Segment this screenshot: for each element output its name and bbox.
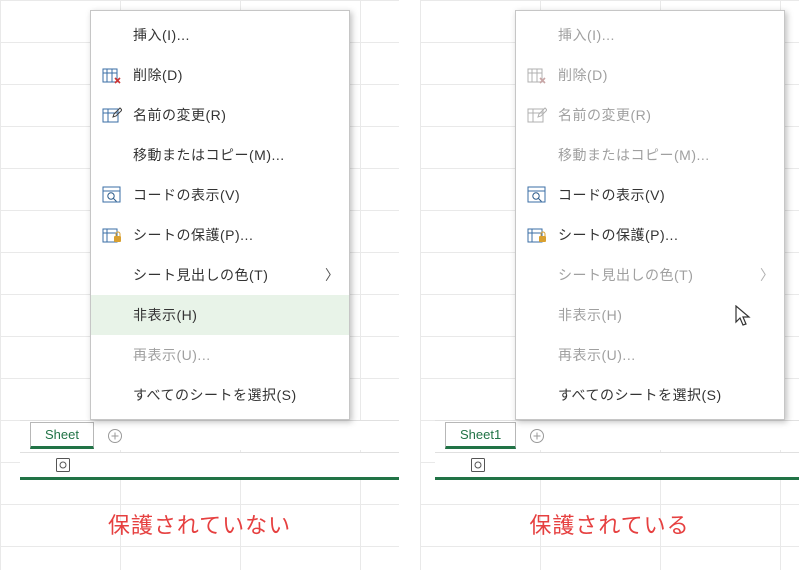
protect-sheet-icon xyxy=(526,224,548,246)
sheet-tab-strip: Sheet1 xyxy=(435,420,799,450)
menu-item-3: 移動またはコピー(M)... xyxy=(516,135,784,175)
sheet-delete-icon xyxy=(526,64,548,86)
sheet-rename-icon xyxy=(101,104,123,126)
sheet-rename-icon xyxy=(526,104,548,126)
record-macro-icon[interactable] xyxy=(471,458,489,472)
panel-unprotected: 挿入(I)... 削除(D) 名前の変更(R) 移動またはコピー(M)... コードの表… xyxy=(0,0,399,570)
blank-icon xyxy=(101,384,123,406)
menu-item-8: 再表示(U)... xyxy=(91,335,349,375)
blank-icon xyxy=(101,344,123,366)
menu-item-label: 名前の変更(R) xyxy=(558,105,770,125)
menu-item-1: 削除(D) xyxy=(516,55,784,95)
menu-item-label: 再表示(U)... xyxy=(133,345,335,365)
menu-item-3[interactable]: 移動またはコピー(M)... xyxy=(91,135,349,175)
blank-icon xyxy=(526,144,548,166)
menu-item-label: 削除(D) xyxy=(558,65,770,85)
sheet-context-menu: 挿入(I)... 削除(D) 名前の変更(R) 移動またはコピー(M)... コードの表… xyxy=(515,10,785,420)
protect-sheet-icon xyxy=(101,224,123,246)
menu-item-2[interactable]: 名前の変更(R) xyxy=(91,95,349,135)
menu-item-label: コードの表示(V) xyxy=(558,185,770,205)
new-sheet-button[interactable] xyxy=(524,423,550,449)
menu-item-label: 非表示(H) xyxy=(133,305,335,325)
menu-item-label: 挿入(I)... xyxy=(133,25,335,45)
menu-item-9[interactable]: すべてのシートを選択(S) xyxy=(91,375,349,415)
chevron-right-icon: 〉 xyxy=(760,265,770,285)
menu-item-6[interactable]: シート見出しの色(T)〉 xyxy=(91,255,349,295)
view-code-icon xyxy=(101,184,123,206)
menu-item-8: 再表示(U)... xyxy=(516,335,784,375)
menu-item-label: 挿入(I)... xyxy=(558,25,770,45)
sheet-tab-strip: Sheet xyxy=(20,420,399,450)
menu-item-7[interactable]: 非表示(H) xyxy=(91,295,349,335)
blank-icon xyxy=(101,264,123,286)
blank-icon xyxy=(526,24,548,46)
panel-protected: 挿入(I)... 削除(D) 名前の変更(R) 移動またはコピー(M)... コードの表… xyxy=(420,0,799,570)
menu-item-label: 再表示(U)... xyxy=(558,345,770,365)
panel-caption: 保護されている xyxy=(420,508,799,540)
menu-item-0[interactable]: 挿入(I)... xyxy=(91,15,349,55)
menu-item-4[interactable]: コードの表示(V) xyxy=(516,175,784,215)
menu-item-label: 名前の変更(R) xyxy=(133,105,335,125)
sheet-delete-icon xyxy=(101,64,123,86)
menu-item-5[interactable]: シートの保護(P)... xyxy=(516,215,784,255)
sheet-context-menu: 挿入(I)... 削除(D) 名前の変更(R) 移動またはコピー(M)... コードの表… xyxy=(90,10,350,420)
blank-icon xyxy=(526,304,548,326)
menu-item-4[interactable]: コードの表示(V) xyxy=(91,175,349,215)
blank-icon xyxy=(526,344,548,366)
menu-item-label: シート見出しの色(T) xyxy=(133,265,325,285)
menu-item-label: 移動またはコピー(M)... xyxy=(133,145,335,165)
menu-item-label: コードの表示(V) xyxy=(133,185,335,205)
menu-item-2: 名前の変更(R) xyxy=(516,95,784,135)
blank-icon xyxy=(101,304,123,326)
blank-icon xyxy=(101,144,123,166)
sheet-tab[interactable]: Sheet xyxy=(30,422,94,449)
status-bar xyxy=(20,452,399,480)
menu-item-label: シートの保護(P)... xyxy=(133,225,335,245)
chevron-right-icon: 〉 xyxy=(325,265,335,285)
menu-item-label: すべてのシートを選択(S) xyxy=(558,385,770,405)
record-macro-icon[interactable] xyxy=(56,458,74,472)
blank-icon xyxy=(526,384,548,406)
menu-item-label: シート見出しの色(T) xyxy=(558,265,760,285)
menu-item-9[interactable]: すべてのシートを選択(S) xyxy=(516,375,784,415)
menu-item-0: 挿入(I)... xyxy=(516,15,784,55)
view-code-icon xyxy=(526,184,548,206)
blank-icon xyxy=(526,264,548,286)
menu-item-1[interactable]: 削除(D) xyxy=(91,55,349,95)
new-sheet-button[interactable] xyxy=(102,423,128,449)
menu-item-label: 移動またはコピー(M)... xyxy=(558,145,770,165)
menu-item-label: 削除(D) xyxy=(133,65,335,85)
menu-item-5[interactable]: シートの保護(P)... xyxy=(91,215,349,255)
menu-item-label: すべてのシートを選択(S) xyxy=(133,385,335,405)
blank-icon xyxy=(101,24,123,46)
menu-item-label: シートの保護(P)... xyxy=(558,225,770,245)
sheet-tab[interactable]: Sheet1 xyxy=(445,422,516,449)
status-bar xyxy=(435,452,799,480)
menu-item-6: シート見出しの色(T)〉 xyxy=(516,255,784,295)
panel-caption: 保護されていない xyxy=(0,508,399,540)
cursor-icon xyxy=(735,305,753,327)
